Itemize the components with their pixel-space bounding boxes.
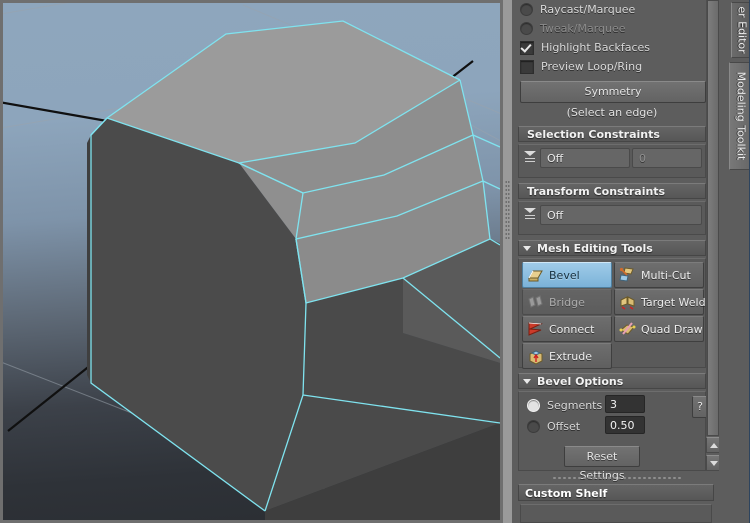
viewport-panel[interactable] — [0, 0, 503, 523]
label-offset: Offset — [547, 419, 581, 433]
maya-application-window: Raycast/Marquee Tweak/Marquee Highlight … — [0, 0, 750, 523]
radio-tweak-marquee[interactable] — [520, 22, 533, 35]
viewport-canvas[interactable] — [3, 3, 500, 520]
scroll-up-button[interactable] — [706, 437, 720, 453]
dropdown-stepper-icon[interactable] — [522, 205, 538, 225]
tool-button-target-weld[interactable]: Target Weld — [614, 289, 706, 315]
label-segments: Segments — [547, 398, 603, 412]
target-weld-icon — [620, 295, 635, 310]
option-row-offset[interactable]: Offset — [521, 418, 580, 434]
grip-dots-icon — [505, 180, 510, 240]
custom-shelf-body[interactable] — [520, 504, 712, 523]
transform-constraints-group: Off — [518, 201, 706, 235]
panel-scrollbar[interactable] — [705, 0, 720, 523]
tool-button-multi-cut[interactable]: Multi-Cut — [614, 262, 704, 288]
tab-label-attribute-editor: er Editor — [735, 6, 749, 54]
scrollbar-track[interactable] — [706, 0, 719, 436]
checkbox-preview-loop-ring[interactable] — [520, 59, 534, 74]
modeling-toolkit-panel: Raycast/Marquee Tweak/Marquee Highlight … — [512, 0, 719, 523]
radio-segments[interactable] — [527, 398, 540, 412]
quad-draw-icon — [619, 321, 636, 335]
symmetry-button[interactable]: Symmetry — [520, 81, 706, 103]
connect-icon — [528, 321, 543, 336]
selection-constraints-group: Off 0 — [518, 144, 706, 178]
extrude-icon — [529, 349, 543, 365]
selection-constraint-mode-value: Off — [547, 152, 564, 165]
beveled-cube-mesh — [87, 20, 500, 520]
tab-label-modeling-toolkit: Modeling Toolkit — [734, 71, 748, 161]
tool-button-quad-draw[interactable]: Quad Draw — [614, 316, 704, 342]
label-raycast-marquee: Raycast/Marquee — [540, 3, 636, 16]
scroll-down-icon — [710, 461, 718, 466]
vertical-tab-strip: er Editor Modeling Toolkit — [719, 0, 750, 523]
option-row-highlight-backfaces[interactable]: Highlight Backfaces — [512, 38, 719, 57]
bevel-icon — [528, 270, 543, 281]
radio-raycast-marquee[interactable] — [520, 3, 533, 16]
reset-settings-button[interactable]: Reset Settings — [564, 446, 640, 482]
label-preview-loop-ring: Preview Loop/Ring — [541, 60, 643, 73]
radio-offset[interactable] — [527, 419, 540, 433]
tool-label-connect: Connect — [549, 322, 595, 336]
bridge-icon — [528, 294, 543, 308]
section-header-transform-constraints[interactable]: Transform Constraints — [518, 183, 706, 199]
tool-button-connect[interactable]: Connect — [522, 316, 612, 342]
offset-value: 0.50 — [610, 419, 635, 432]
tool-button-bridge[interactable]: Bridge — [522, 289, 612, 315]
panel-resize-handle-horizontal[interactable] — [552, 476, 682, 481]
transform-constraint-mode-field[interactable] — [540, 205, 702, 225]
selection-constraint-amount-value: 0 — [639, 152, 646, 165]
tool-label-target-weld: Target Weld — [641, 295, 706, 309]
bevel-options-title: Bevel Options — [537, 375, 624, 388]
tool-label-quad-draw: Quad Draw — [641, 322, 703, 336]
chevron-down-icon — [523, 246, 531, 251]
section-header-bevel-options[interactable]: Bevel Options — [518, 373, 706, 389]
section-header-mesh-editing-tools[interactable]: Mesh Editing Tools — [518, 240, 706, 256]
option-row-tweak-marquee[interactable]: Tweak/Marquee — [512, 19, 719, 38]
tool-label-bridge: Bridge — [549, 295, 585, 309]
label-highlight-backfaces: Highlight Backfaces — [541, 41, 651, 54]
scroll-down-button[interactable] — [706, 455, 720, 471]
tool-label-extrude: Extrude — [549, 349, 593, 363]
tool-button-bevel[interactable]: Bevel — [522, 262, 612, 288]
mesh-editing-tools-group: Bevel Multi-Cut Bridge Target Weld Conne… — [518, 258, 706, 369]
symmetry-hint-text: (Select an edge) — [566, 106, 658, 119]
viewport-scene — [3, 3, 500, 520]
tool-label-multi-cut: Multi-Cut — [641, 268, 691, 282]
label-tweak-marquee: Tweak/Marquee — [540, 22, 626, 35]
scrollbar-thumb[interactable] — [707, 0, 719, 436]
option-row-raycast-marquee[interactable]: Raycast/Marquee — [512, 0, 719, 19]
chevron-down-icon — [523, 379, 531, 384]
tab-modeling-toolkit[interactable]: Modeling Toolkit — [729, 62, 750, 170]
right-dock-area: Raycast/Marquee Tweak/Marquee Highlight … — [503, 0, 750, 523]
segments-value: 3 — [610, 398, 617, 411]
multi-cut-icon — [619, 266, 634, 282]
scroll-up-icon — [710, 443, 718, 448]
transform-constraint-mode-value: Off — [547, 209, 564, 222]
mesh-editing-tools-title: Mesh Editing Tools — [537, 242, 653, 255]
section-header-custom-shelf[interactable]: Custom Shelf — [518, 484, 714, 501]
option-row-preview-loop-ring[interactable]: Preview Loop/Ring — [512, 57, 719, 76]
section-header-selection-constraints[interactable]: Selection Constraints — [518, 126, 706, 142]
tool-label-bevel: Bevel — [549, 268, 580, 282]
option-row-segments[interactable]: Segments — [521, 397, 602, 413]
tool-button-extrude[interactable]: Extrude — [522, 343, 612, 369]
checkbox-highlight-backfaces[interactable] — [520, 40, 534, 55]
panel-resize-handle-vertical[interactable] — [503, 0, 512, 523]
dropdown-stepper-icon[interactable] — [522, 148, 538, 168]
tab-attribute-editor[interactable]: er Editor — [731, 2, 750, 58]
